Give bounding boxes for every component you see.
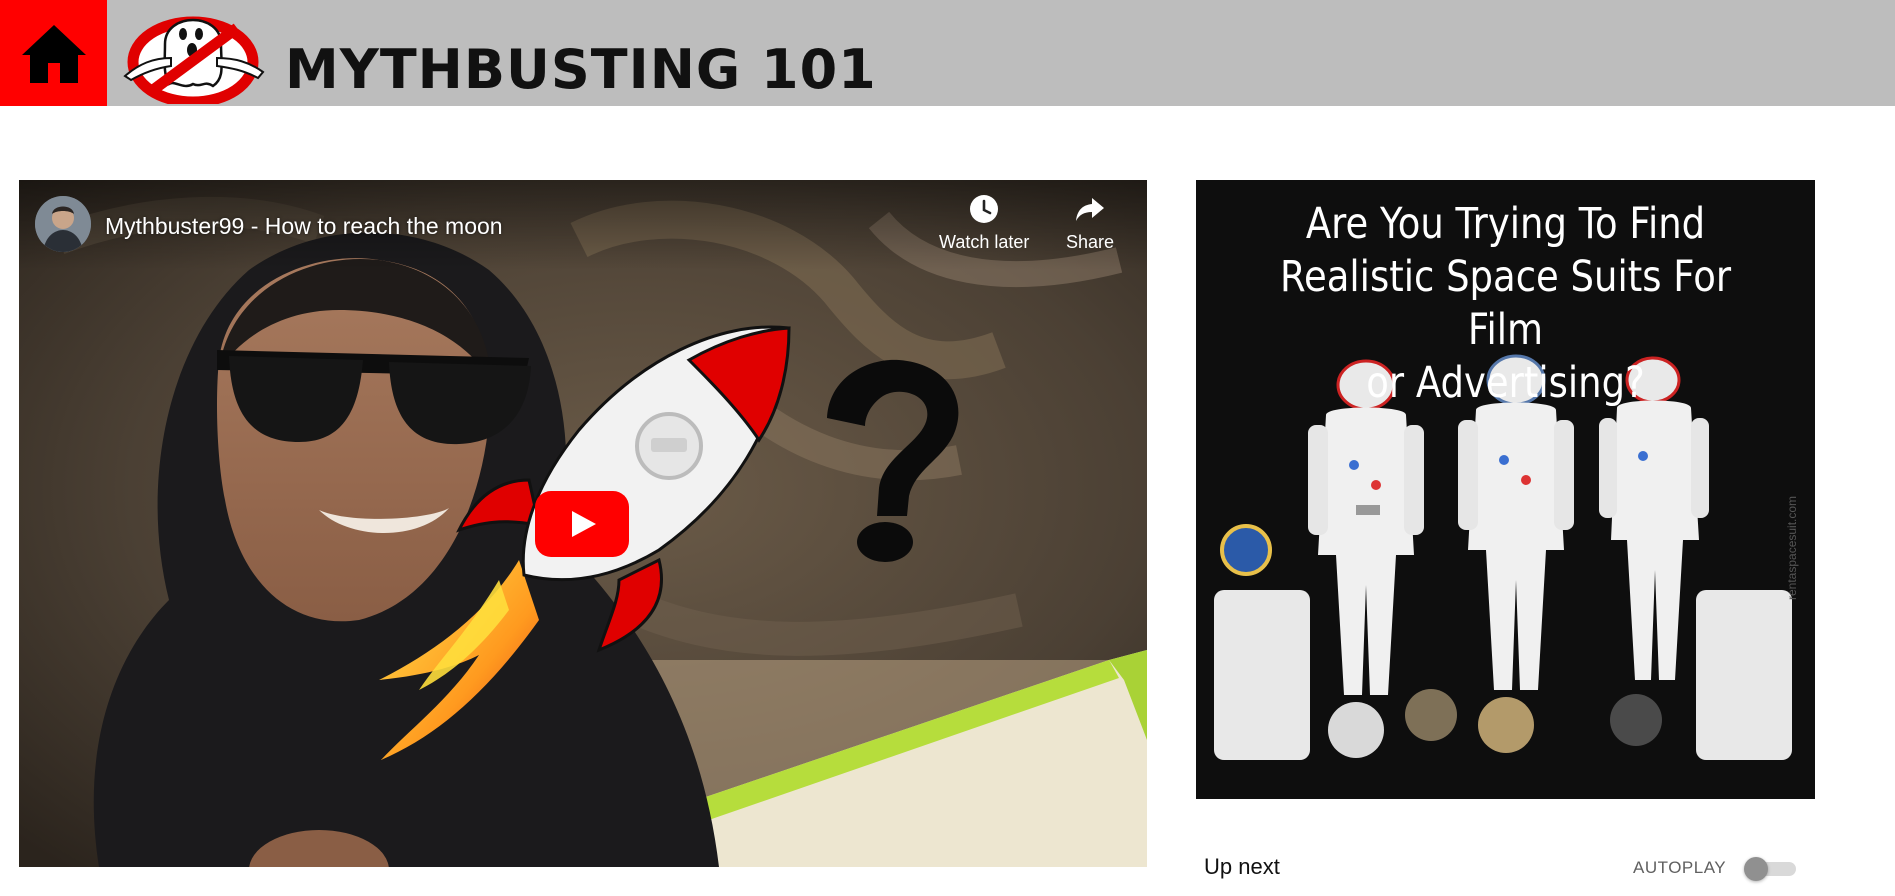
autoplay-label: AUTOPLAY	[1633, 858, 1727, 877]
watch-later-button[interactable]: Watch later	[939, 194, 1029, 253]
video-player[interactable]: Mythbuster99 - How to reach the moon Wat…	[19, 180, 1147, 867]
home-icon	[21, 25, 86, 83]
ad-headline: Are You Trying To Find Realistic Space S…	[1279, 199, 1732, 408]
share-label: Share	[1066, 232, 1115, 252]
share-arrow-icon	[1076, 198, 1105, 221]
autoplay-toggle[interactable]	[1744, 857, 1800, 881]
ad-watermark: rentaspacesuit.com	[1785, 496, 1799, 600]
channel-avatar[interactable]	[35, 196, 91, 252]
youtube-play-icon[interactable]	[535, 491, 629, 557]
site-title: MYTHBUSTING 101	[285, 38, 877, 101]
ad-banner[interactable]: rentaspacesuit.com Are You Trying To Fin…	[1196, 180, 1815, 799]
site-header: MYTHBUSTING 101	[0, 0, 1895, 106]
ghostbusters-logo[interactable]	[113, 4, 268, 104]
autoplay-toggle-knob	[1744, 857, 1768, 881]
video-title[interactable]: Mythbuster99 - How to reach the moon	[105, 212, 503, 240]
home-button[interactable]	[0, 0, 107, 106]
watch-later-label: Watch later	[939, 232, 1030, 252]
share-button[interactable]: Share	[1066, 194, 1114, 253]
clock-icon	[970, 195, 999, 223]
up-next-label: Up next	[1204, 854, 1280, 879]
